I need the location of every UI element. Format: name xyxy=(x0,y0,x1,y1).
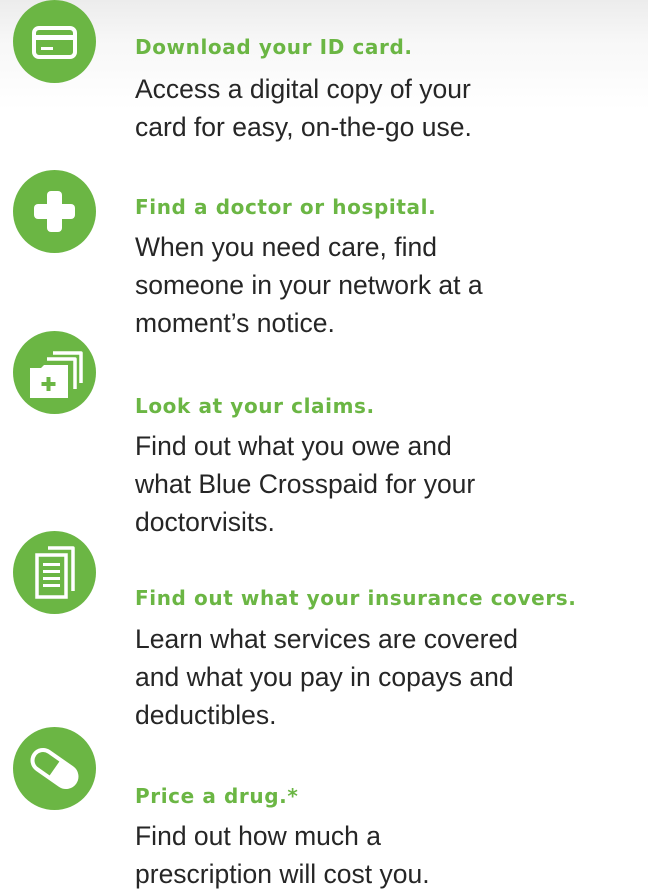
description-line: someone in your network at a xyxy=(135,270,483,300)
description-line: Find out how much a xyxy=(135,821,381,851)
claims-folder-icon xyxy=(13,331,96,414)
feature-description: Learn what services are covered and what… xyxy=(135,620,518,734)
pill-icon xyxy=(13,727,96,810)
feature-title: Download your ID card. xyxy=(135,35,413,59)
document-icon xyxy=(13,531,96,614)
description-line: Find out what you owe and xyxy=(135,431,452,461)
feature-title: Find a doctor or hospital. xyxy=(135,195,437,219)
description-line: card for easy, on-the-go use. xyxy=(135,112,472,142)
description-line: deductibles. xyxy=(135,700,277,730)
feature-title: Price a drug.* xyxy=(135,784,299,808)
plus-icon xyxy=(13,170,96,253)
feature-title: Look at your claims. xyxy=(135,394,375,418)
description-line: moment’s notice. xyxy=(135,308,335,338)
description-line: Access a digital copy of your xyxy=(135,74,471,104)
description-line: and what you pay in copays and xyxy=(135,662,514,692)
feature-description: Access a digital copy of your card for e… xyxy=(135,70,472,146)
feature-description: Find out what you owe and what Blue Cros… xyxy=(135,427,475,541)
description-line: When you need care, find xyxy=(135,232,437,262)
feature-description: Find out how much a prescription will co… xyxy=(135,817,430,893)
id-card-icon xyxy=(13,0,96,83)
description-line: what Blue Crosspaid for your xyxy=(135,469,476,499)
description-line: prescription will cost you. xyxy=(135,859,430,889)
description-line: doctorvisits. xyxy=(135,507,275,537)
description-line: Learn what services are covered xyxy=(135,624,518,654)
feature-title: Find out what your insurance covers. xyxy=(135,586,577,610)
feature-description: When you need care, find someone in your… xyxy=(135,228,483,342)
